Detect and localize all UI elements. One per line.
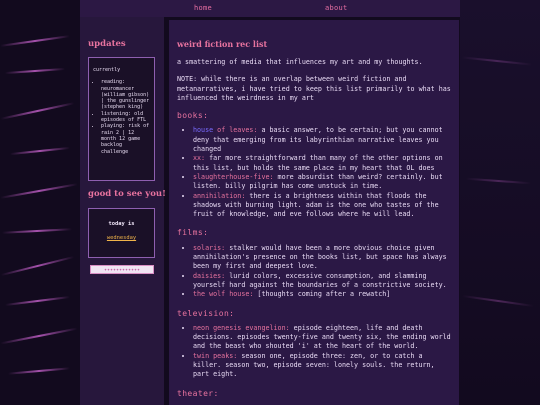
- films-list: solaris: stalker would have been a more …: [177, 244, 453, 300]
- books-list: house of leaves: a basic answer, to be c…: [177, 126, 453, 219]
- television-list: neon genesis evangelion: episode eightee…: [177, 324, 453, 380]
- list-item: xx: far more straightforward than many o…: [193, 154, 453, 173]
- list-item: solaris: stalker would have been a more …: [193, 244, 453, 272]
- item-title: annihilation:: [193, 191, 246, 200]
- list-item: twin peaks: season one, episode three: z…: [193, 352, 453, 380]
- list-item: annihilation: there is a brightness with…: [193, 192, 453, 220]
- section-heading-television: television:: [177, 308, 235, 318]
- section-heading-books: books:: [177, 111, 209, 121]
- item-title: daisies:: [193, 271, 226, 280]
- blinkie-stamp: ✦✦✦✦✦✦✦✦✦✦✦✦: [90, 265, 154, 274]
- nav-link-about[interactable]: about: [325, 4, 348, 12]
- list-item: slaughterhouse-five: more absurdist than…: [193, 173, 453, 192]
- today-box: today is wednesday: [88, 208, 155, 258]
- item-text: far more straightforward than many of th…: [193, 154, 443, 172]
- main-panel: weird fiction rec list a smattering of m…: [169, 20, 459, 405]
- right-backdrop: [460, 0, 540, 405]
- page-title: weird fiction rec list: [177, 39, 268, 49]
- currently-box: currently reading: neuromancer (william …: [88, 57, 155, 181]
- item-text: lurid colors, excessive consumption, and…: [193, 271, 447, 289]
- note-text: NOTE: while there is an overlap between …: [177, 75, 451, 102]
- list-item: daisies: lurid colors, excessive consump…: [193, 272, 453, 291]
- item-title: xx:: [193, 154, 206, 163]
- item-text: [thoughts coming after a rewatch]: [253, 290, 391, 299]
- today-label: today is: [108, 221, 135, 227]
- currently-item-playing: playing: risk of rain 2 | 12 month 12 ga…: [101, 123, 150, 154]
- updates-heading: updates: [88, 39, 126, 49]
- list-item: the wolf house: [thoughts coming after a…: [193, 290, 453, 299]
- list-item: neon genesis evangelion: episode eightee…: [193, 324, 453, 352]
- main-content: a smattering of media that influences my…: [177, 58, 453, 404]
- top-nav: home about: [80, 0, 460, 17]
- section-heading-films: films:: [177, 228, 209, 238]
- item-title: solaris:: [193, 243, 226, 252]
- currently-item-listening: listening: old episodes of FTL: [101, 111, 150, 124]
- list-item: house of leaves: a basic answer, to be c…: [193, 126, 453, 154]
- item-text: stalker would have been a more obvious c…: [193, 243, 447, 271]
- item-title: of leaves:: [213, 126, 258, 135]
- currently-label: currently: [93, 67, 121, 73]
- greeting-heading: good to see you!: [88, 189, 166, 199]
- currently-item-reading: reading: neuromancer (william gibson) | …: [101, 79, 150, 110]
- today-weekday: wednesday: [106, 235, 137, 242]
- intro-text: a smattering of media that influences my…: [177, 58, 423, 66]
- nav-link-home[interactable]: home: [194, 4, 212, 12]
- item-title: the wolf house:: [193, 290, 254, 299]
- section-heading-theater: theater:: [177, 388, 219, 398]
- item-title-link[interactable]: house: [193, 126, 213, 134]
- item-title: slaughterhouse-five:: [193, 172, 274, 181]
- item-title: twin peaks:: [193, 351, 238, 360]
- currently-list: reading: neuromancer (william gibson) | …: [93, 79, 150, 155]
- item-title: neon genesis evangelion:: [193, 323, 290, 332]
